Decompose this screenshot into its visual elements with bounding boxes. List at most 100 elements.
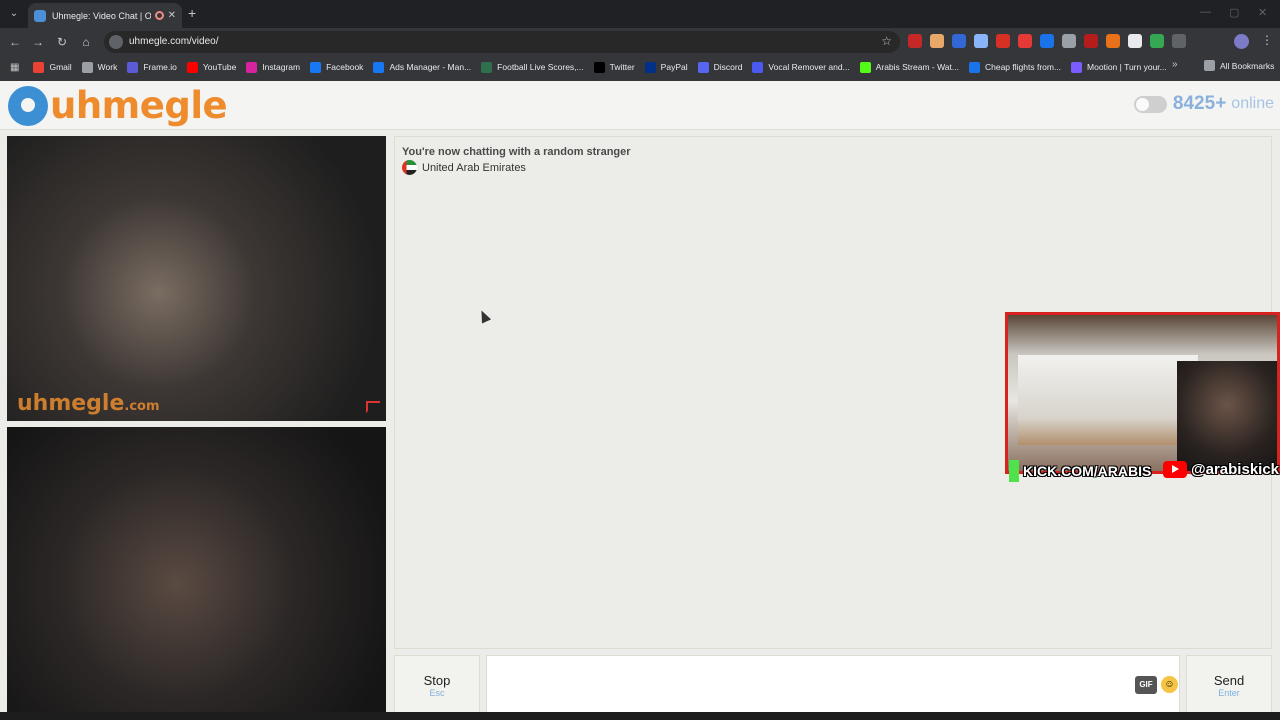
kick-handle: KICK.COM/ARABIS (1009, 460, 1151, 482)
logo-text: uhmegle (50, 84, 228, 127)
tab-search-chevron-icon[interactable]: ⌄ (6, 6, 22, 22)
recording-indicator-icon (154, 11, 164, 20)
streamer-overlay: KICK.COM/ARABIS @arabiskick (1005, 312, 1280, 482)
browser-menu-icon[interactable]: ⋮ (1261, 33, 1273, 47)
kick-logo-icon (1009, 460, 1019, 482)
reload-icon[interactable]: ↻ (54, 34, 70, 50)
folder-icon (81, 61, 93, 73)
country-name: United Arab Emirates (422, 161, 526, 174)
extension-icon[interactable] (996, 34, 1010, 48)
stranger-country: United Arab Emirates (402, 160, 526, 175)
extensions-puzzle-icon[interactable] (1172, 34, 1186, 48)
bookmark-instagram[interactable]: Instagram (246, 61, 300, 73)
bookmark-paypal[interactable]: PayPal (644, 61, 688, 73)
bookmark-frameio[interactable]: Frame.io (127, 61, 177, 73)
facebook-icon (373, 61, 385, 73)
mootion-icon (1071, 61, 1083, 73)
gmail-icon (33, 61, 45, 73)
screen-bottom-edge (0, 712, 1280, 720)
bookmark-discord[interactable]: Discord (697, 61, 742, 73)
streamer-webcam-frame (1005, 312, 1280, 474)
uhmegle-logo[interactable]: uhmegle (8, 84, 228, 127)
online-count: 8425+ (1172, 93, 1227, 114)
instagram-icon (246, 61, 258, 73)
bookmark-arabis-stream[interactable]: Arabis Stream - Wat... (859, 61, 959, 73)
report-flag-icon[interactable] (366, 401, 380, 413)
extension-icon[interactable] (1150, 34, 1164, 48)
extension-icon[interactable] (1128, 34, 1142, 48)
extension-icon[interactable] (1084, 34, 1098, 48)
bookmark-gmail[interactable]: Gmail (33, 61, 72, 73)
toggle-knob (1135, 97, 1149, 111)
chat-status: You're now chatting with a random strang… (402, 146, 631, 158)
home-icon[interactable]: ⌂ (78, 34, 94, 50)
youtube-handle: @arabiskick (1163, 461, 1279, 478)
theme-toggle[interactable] (1133, 95, 1167, 113)
uae-flag-icon (402, 160, 417, 175)
room-background (1018, 355, 1198, 445)
message-input[interactable] (487, 656, 1179, 712)
bookmark-star-icon[interactable]: ☆ (881, 34, 892, 48)
football-icon (481, 61, 493, 73)
extension-icon[interactable] (1106, 34, 1120, 48)
bookmark-cheap-flights[interactable]: Cheap flights from... (968, 61, 1061, 73)
online-label: online (1231, 95, 1274, 112)
new-tab-icon[interactable]: + (188, 5, 196, 21)
more-bookmarks-chevron-icon[interactable]: » (1172, 59, 1178, 70)
youtube-icon (186, 61, 198, 73)
profile-avatar[interactable] (1234, 34, 1249, 49)
bookmarks-bar: ▦ Gmail Work Frame.io YouTube Instagram … (0, 57, 1280, 77)
extension-icon[interactable] (930, 34, 944, 48)
maximize-icon[interactable]: ▢ (1229, 6, 1239, 19)
tab-close-icon[interactable]: ✕ (168, 10, 176, 21)
bookmark-work[interactable]: Work (81, 61, 117, 73)
browser-toolbar: ← → ↻ ⌂ uhmegle.com/video/ ☆ ⋮ (0, 28, 1280, 56)
url-text[interactable]: uhmegle.com/video/ (129, 36, 219, 47)
self-video (7, 427, 386, 712)
browser-chrome: ⌄ Uhmegle: Video Chat | Ome ✕ + — ▢ ✕ ← … (0, 0, 1280, 81)
video-watermark: uhmegle.com (17, 391, 160, 416)
site-info-icon[interactable] (109, 35, 123, 49)
stop-button[interactable]: Stop Esc (394, 655, 480, 713)
frameio-icon (127, 61, 139, 73)
bookmark-ads-manager[interactable]: Ads Manager - Man... (373, 61, 471, 73)
extension-icon[interactable] (1040, 34, 1054, 48)
bookmark-twitter[interactable]: Twitter (593, 61, 635, 73)
bookmark-vocal-remover[interactable]: Vocal Remover and... (752, 61, 850, 73)
back-arrow-icon[interactable]: ← (7, 34, 23, 50)
kick-icon (859, 61, 871, 73)
apps-grid-icon[interactable]: ▦ (10, 62, 19, 73)
uhmegle-page: uhmegle 8425+ online uhmegle.com You're … (0, 81, 1280, 720)
minimize-icon[interactable]: — (1200, 6, 1211, 18)
message-box: GIF ☺ (486, 655, 1180, 713)
extension-icon[interactable] (952, 34, 966, 48)
flights-icon (968, 61, 980, 73)
all-bookmarks[interactable]: All Bookmarks (1204, 60, 1274, 71)
extension-icon[interactable] (908, 34, 922, 48)
window-close-icon[interactable]: ✕ (1258, 6, 1267, 19)
emoji-icon[interactable]: ☺ (1161, 676, 1178, 693)
uhmegle-logo-mark-icon (8, 85, 48, 126)
extension-icon[interactable] (1018, 34, 1032, 48)
bookmark-facebook[interactable]: Facebook (310, 61, 363, 73)
stranger-video: uhmegle.com (7, 136, 386, 421)
active-tab[interactable]: Uhmegle: Video Chat | Ome ✕ (28, 3, 182, 28)
extensions-row (908, 34, 1186, 48)
extension-icon[interactable] (1062, 34, 1076, 48)
bookmark-youtube[interactable]: YouTube (186, 61, 236, 73)
gif-button[interactable]: GIF (1135, 676, 1157, 694)
youtube-logo-icon (1163, 461, 1187, 478)
tab-bar: ⌄ Uhmegle: Video Chat | Ome ✕ + — ▢ ✕ (0, 0, 1280, 28)
chat-controls: Stop Esc GIF ☺ Send Enter (394, 655, 1272, 713)
bookmark-football-scores[interactable]: Football Live Scores,... (481, 61, 584, 73)
forward-arrow-icon[interactable]: → (30, 34, 46, 50)
facebook-icon (310, 61, 322, 73)
extension-icon[interactable] (974, 34, 988, 48)
address-bar[interactable]: uhmegle.com/video/ ☆ (104, 31, 900, 53)
vocal-remover-icon (752, 61, 764, 73)
x-icon (593, 61, 605, 73)
paypal-icon (644, 61, 656, 73)
send-button[interactable]: Send Enter (1186, 655, 1272, 713)
discord-icon (697, 61, 709, 73)
bookmark-mootion[interactable]: Mootion | Turn your... (1071, 61, 1167, 73)
